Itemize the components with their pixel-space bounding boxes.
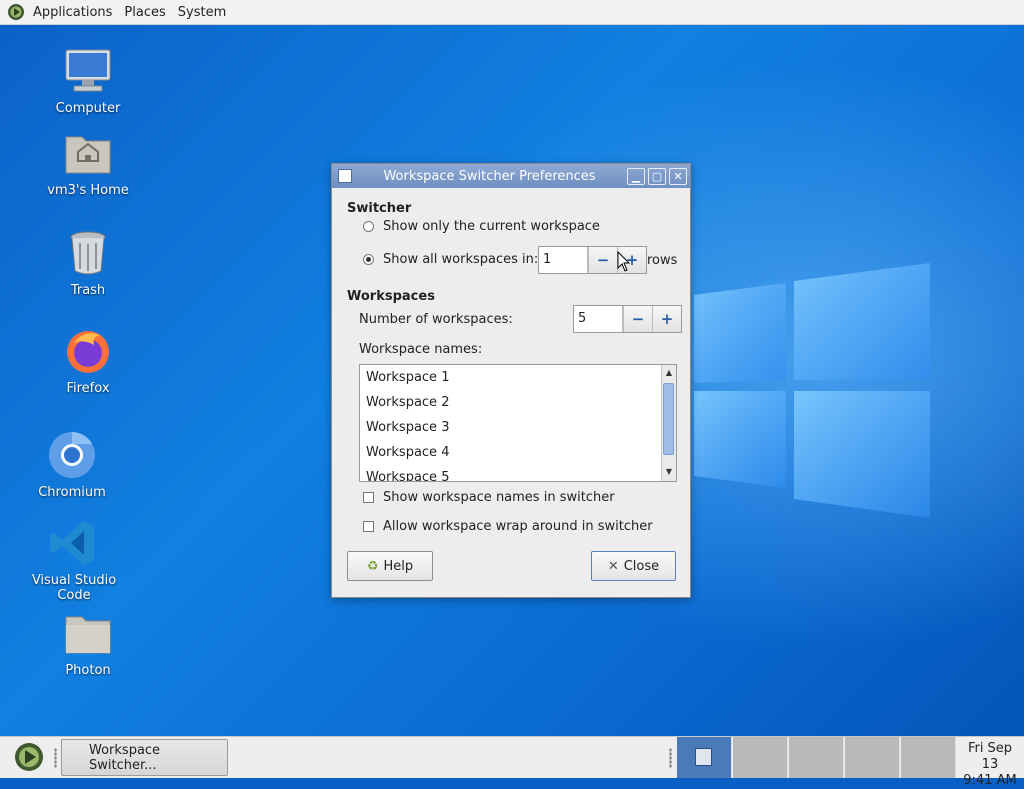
scrollbar-thumb[interactable] [663,383,674,455]
desktop-icon-trash[interactable]: Trash [28,227,148,298]
list-item[interactable]: Workspace 2 [360,390,676,415]
workspaces-spinner[interactable]: 5 − + [573,305,682,333]
rows-value[interactable]: 1 [539,247,588,273]
bottom-taskbar: Workspace Switcher... Fri Sep 13 9:41 AM [0,736,1024,788]
close-button-label: Close [623,558,660,574]
vscode-icon [50,521,94,565]
distro-logo-icon[interactable] [7,3,25,21]
clock-time: 9:41 AM [963,773,1017,788]
desktop-icon-vscode[interactable]: Visual Studio Code [14,517,134,603]
workspaces-heading: Workspaces [347,289,435,304]
workspace-names-label: Workspace names: [359,342,483,357]
close-button[interactable]: ✕ Close [591,551,676,581]
radio-button[interactable] [363,254,374,265]
desktop-icon-chromium[interactable]: Chromium [12,429,132,500]
home-folder-icon [65,136,111,174]
dialog-title: Workspace Switcher Preferences [383,168,596,184]
radio-show-current[interactable]: Show only the current workspace [363,219,600,234]
task-workspace-switcher[interactable]: Workspace Switcher... [61,739,228,776]
firefox-icon [67,331,109,373]
chromium-icon [49,432,95,478]
workspaces-count-value[interactable]: 5 [574,306,623,332]
panel-handle[interactable] [669,748,672,768]
list-item[interactable]: Workspace 4 [360,440,676,465]
desktop-icon-label: Trash [70,283,106,298]
workspace-2[interactable] [733,737,788,778]
switcher-heading: Switcher [347,201,412,216]
folder-icon [65,616,111,654]
checkbox[interactable] [363,521,374,532]
window-menu-icon[interactable] [338,169,352,183]
top-panel: Applications Places System [0,0,1024,25]
workspaces-increment-button[interactable]: + [652,306,681,332]
rows-decrement-button[interactable]: − [588,247,617,273]
checkbox-label: Allow workspace wrap around in switcher [383,519,653,534]
panel-handle[interactable] [54,748,57,768]
workspace-1[interactable] [677,737,732,778]
desktop-icon-label: Firefox [66,381,110,396]
help-icon: ♻ [366,558,379,574]
trash-icon [70,231,106,275]
clock-date: Fri Sep 13 [967,741,1013,772]
list-item[interactable]: Workspace 1 [360,365,676,390]
desktop-icon-label: vm3's Home [47,183,129,198]
desktop-icon-computer[interactable]: Computer [28,45,148,116]
help-button[interactable]: ♻ Help [347,551,433,581]
workspaces-decrement-button[interactable]: − [623,306,652,332]
desktop-icon-photon[interactable]: Photon [28,607,148,678]
checkbox-label: Show workspace names in switcher [383,490,615,505]
rows-suffix: rows [647,253,678,268]
number-of-workspaces-label: Number of workspaces: [359,312,513,327]
mouse-cursor-icon [617,251,631,272]
desktop-icon-label: Photon [65,663,111,678]
radio-show-all[interactable]: Show all workspaces in: [363,252,538,267]
desktop-icon-label: Chromium [38,485,106,500]
window-thumbnail-icon [695,748,712,766]
radio-label: Show all workspaces in: [383,252,539,267]
desktop-icon-home[interactable]: vm3's Home [28,127,148,198]
workspace-names-list[interactable]: Workspace 1 Workspace 2 Workspace 3 Work… [359,364,677,482]
scroll-up-icon[interactable]: ▲ [664,368,674,378]
list-item[interactable]: Workspace 3 [360,415,676,440]
workspace-5[interactable] [901,737,956,778]
workspace-4[interactable] [845,737,900,778]
computer-icon [65,49,111,92]
help-button-label: Help [383,558,414,574]
list-item[interactable]: Workspace 5 [360,465,676,481]
wrap-around-checkbox[interactable]: Allow workspace wrap around in switcher [363,519,653,534]
menu-applications[interactable]: Applications [27,5,118,20]
menu-places[interactable]: Places [118,5,171,20]
radio-button[interactable] [363,221,374,232]
scroll-down-icon[interactable]: ▼ [664,467,674,477]
dialog-titlebar[interactable]: Workspace Switcher Preferences ▁ ▢ ✕ [332,164,690,188]
close-window-button[interactable]: ✕ [669,167,687,185]
desktop-icon-label: Computer [55,101,121,116]
radio-label: Show only the current workspace [383,219,600,234]
checkbox[interactable] [363,492,374,503]
workspace-switcher-preferences-dialog: Workspace Switcher Preferences ▁ ▢ ✕ Swi… [331,163,691,598]
vertical-scrollbar[interactable]: ▲ ▼ [661,365,676,481]
show-desktop-icon[interactable] [13,741,45,773]
maximize-button[interactable]: ▢ [648,167,666,185]
close-icon: ✕ [607,558,619,574]
task-label: Workspace Switcher... [89,742,161,773]
show-names-checkbox[interactable]: Show workspace names in switcher [363,490,615,505]
desktop-icon-label: Visual Studio Code [31,573,117,603]
workspace-3[interactable] [789,737,844,778]
desktop-icon-firefox[interactable]: Firefox [28,325,148,396]
menu-system[interactable]: System [172,5,232,20]
clock[interactable]: Fri Sep 13 9:41 AM [958,741,1022,789]
minimize-button[interactable]: ▁ [627,167,645,185]
